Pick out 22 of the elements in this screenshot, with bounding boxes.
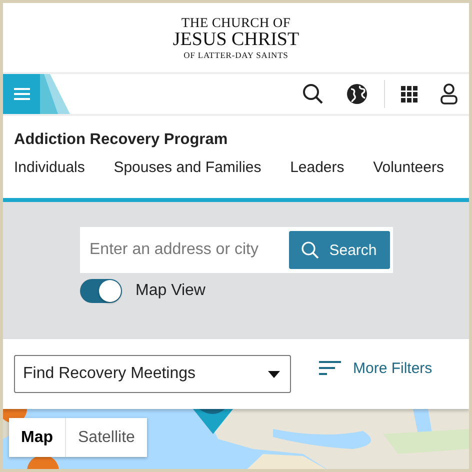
search-icon[interactable] xyxy=(302,83,324,105)
nav-link[interactable]: Leaders xyxy=(290,159,344,176)
apps-grid-icon[interactable] xyxy=(401,86,418,102)
search-button[interactable]: Search xyxy=(288,231,390,269)
meetings-dropdown[interactable]: Find Recovery Meetings xyxy=(14,355,291,393)
nav-link[interactable]: Volunteers xyxy=(373,159,444,176)
nav-link[interactable]: Individuals xyxy=(14,159,85,176)
toggle-label: Map View xyxy=(136,282,206,300)
program-title: Addiction Recovery Program xyxy=(14,131,229,149)
map-type-tab[interactable]: Satellite xyxy=(65,418,147,457)
map-view-toggle[interactable] xyxy=(80,279,122,303)
filter-lines-icon[interactable] xyxy=(319,361,341,375)
map-type-tab[interactable]: Map xyxy=(9,418,65,457)
caret-icon[interactable] xyxy=(268,370,280,378)
menu-icon[interactable] xyxy=(14,88,30,100)
more-filters-link[interactable]: More Filters xyxy=(319,360,432,376)
search-bar[interactable]: Enter an address or city Search xyxy=(80,227,392,273)
globe-icon[interactable] xyxy=(346,83,368,105)
church-logo[interactable]: THE CHURCH OF JESUS CHRIST OF LATTER-DAY SAINTS xyxy=(168,3,304,72)
nav-link[interactable]: Spouses and Families xyxy=(114,159,262,176)
user-icon[interactable] xyxy=(440,83,458,105)
menu-button[interactable] xyxy=(3,74,40,114)
